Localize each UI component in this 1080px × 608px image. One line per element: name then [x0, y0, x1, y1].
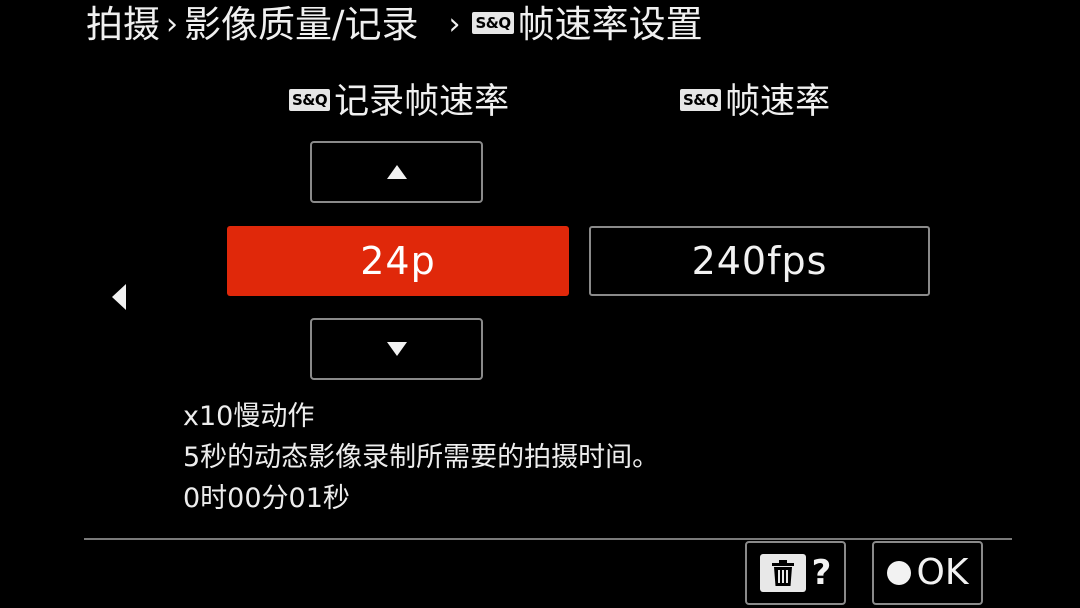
breadcrumb-shooting: 拍摄 [86, 3, 160, 46]
circle-button-icon [886, 561, 911, 585]
help-label: ? [811, 553, 832, 593]
sq-badge-icon: S&Q [680, 89, 722, 111]
page-title: 帧速率设置 [517, 3, 703, 46]
breadcrumb-separator: › [448, 7, 461, 42]
trash-icon [759, 554, 806, 592]
ok-label: OK [916, 552, 969, 593]
slow-motion-factor: x10慢动作 [183, 401, 315, 432]
info-description: 5秒的动态影像录制所需要的拍摄时间。 [183, 442, 660, 473]
frame-rate-value[interactable]: 240fps [589, 226, 930, 296]
info-panel: x10慢动作 5秒的动态影像录制所需要的拍摄时间。 0时00分01秒 [183, 396, 659, 519]
record-frame-rate-value[interactable]: 24p [227, 226, 569, 296]
sq-badge-icon: S&Q [289, 89, 331, 111]
help-button[interactable]: ? [745, 541, 846, 605]
ok-button[interactable]: OK [872, 541, 983, 605]
frame-rate-label: 帧速率 [725, 82, 831, 122]
frame-rate-header: S&Q 帧速率 [680, 80, 830, 124]
breadcrumb-image-quality: 影像质量/记录 [184, 3, 419, 46]
divider [84, 538, 1012, 540]
shooting-time: 0时00分01秒 [183, 483, 350, 514]
record-frame-rate-header: S&Q 记录帧速率 [289, 80, 509, 124]
increase-button[interactable] [310, 141, 483, 203]
triangle-down-icon [386, 342, 407, 356]
triangle-left-icon [112, 284, 126, 310]
record-frame-rate-label: 记录帧速率 [334, 82, 510, 122]
breadcrumb-separator: › [166, 7, 178, 42]
triangle-up-icon [386, 165, 407, 179]
sq-badge-icon: S&Q [472, 12, 514, 34]
back-arrow[interactable] [112, 284, 126, 314]
decrease-button[interactable] [310, 318, 483, 380]
breadcrumb: 拍摄 › 影像质量/记录 › S&Q 帧速率设置 [86, 2, 703, 48]
